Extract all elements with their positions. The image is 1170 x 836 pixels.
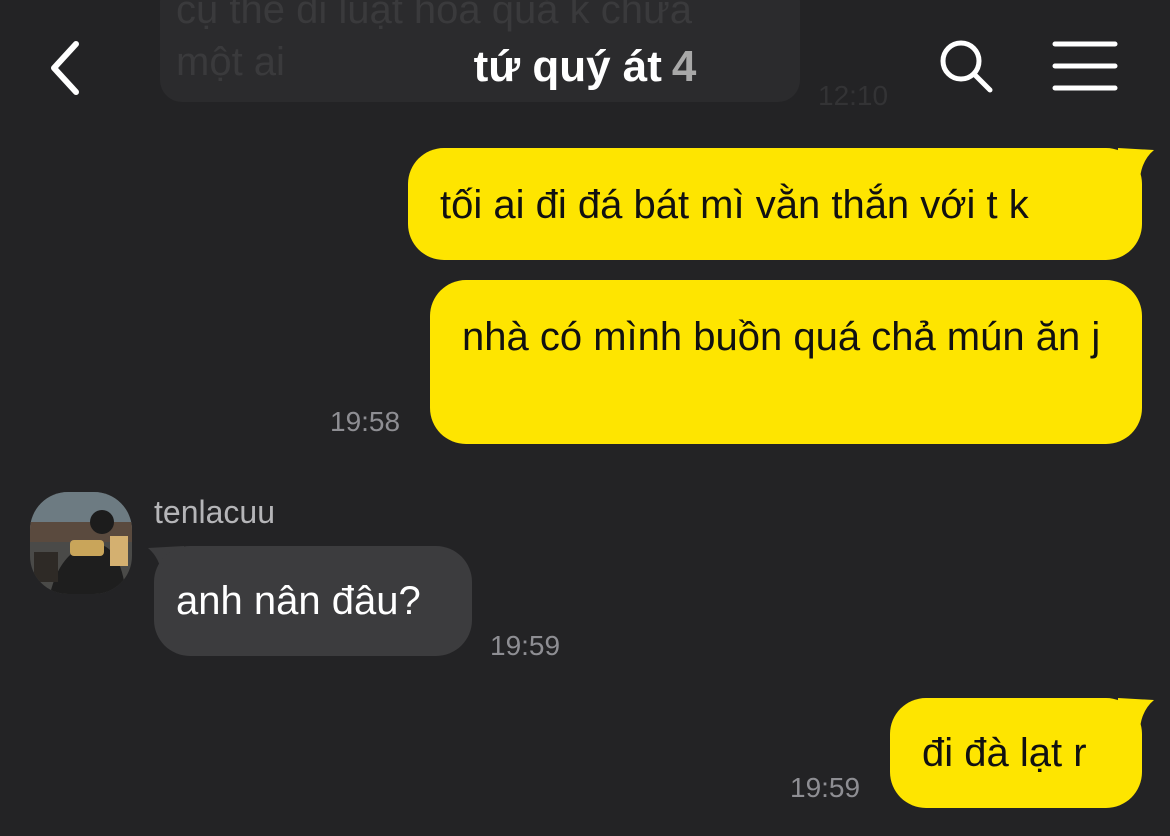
message-bubble-outgoing[interactable]: đi đà lạt r — [890, 698, 1142, 808]
message-text: đi đà lạt r — [922, 731, 1087, 775]
message-text: nhà có mình buồn quá chả mún ăn j — [462, 315, 1101, 359]
hamburger-menu-icon — [1052, 41, 1118, 91]
sender-name: tenlacuu — [154, 494, 275, 530]
message-bubble-outgoing[interactable]: nhà có mình buồn quá chả mún ăn j — [430, 280, 1142, 444]
bubble-tail — [1118, 698, 1154, 728]
search-icon — [940, 40, 993, 93]
message-bubble-incoming[interactable]: anh nân đâu? — [154, 546, 472, 656]
message-timestamp: 19:59 — [790, 772, 861, 803]
avatar[interactable] — [30, 492, 132, 594]
member-count: 4 — [671, 42, 697, 91]
bubble-tail — [1118, 148, 1154, 178]
message-timestamp: 19:59 — [490, 630, 561, 661]
chat-header: tứ quý át 4 — [0, 0, 1170, 130]
menu-button[interactable] — [1052, 40, 1118, 92]
search-button[interactable] — [936, 36, 996, 96]
message-text: tối ai đi đá bát mì vằn thắn với t k — [440, 183, 1029, 227]
chat-title-text: tứ quý át — [473, 42, 662, 91]
message-timestamp: 19:58 — [330, 406, 401, 437]
avatar-photo — [30, 492, 132, 594]
message-text: anh nân đâu? — [176, 579, 421, 623]
message-bubble-outgoing[interactable]: tối ai đi đá bát mì vằn thắn với t k — [408, 148, 1142, 260]
